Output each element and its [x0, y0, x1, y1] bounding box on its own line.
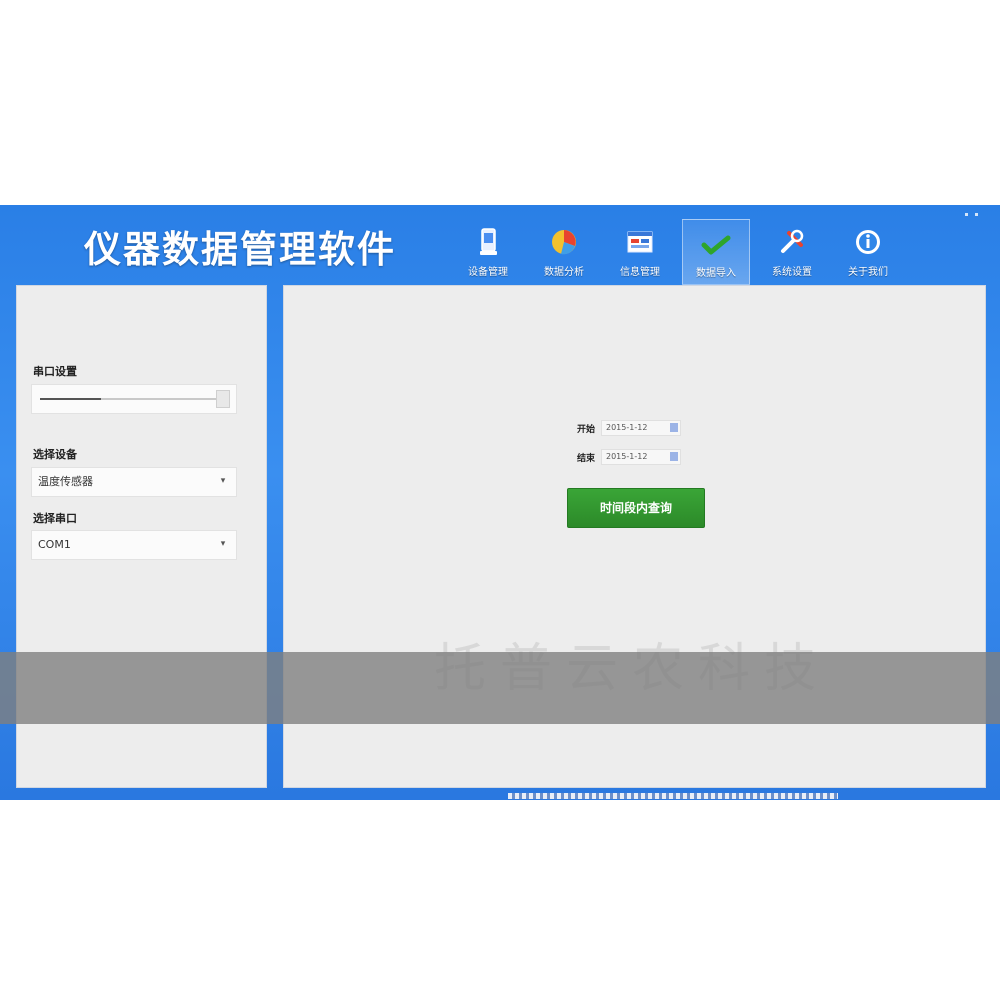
device-icon — [480, 228, 497, 255]
port-select[interactable]: COM1 ▾ — [31, 530, 237, 560]
toolbar-label: 数据导入 — [696, 268, 736, 279]
toolbar-label: 信息管理 — [620, 267, 660, 278]
slider-label: 串口设置 — [33, 365, 77, 378]
start-date-label: 开始 — [577, 425, 596, 435]
port-select-value: COM1 — [38, 538, 71, 551]
end-date-input[interactable]: 2015-1-12 — [601, 449, 681, 465]
pie-chart-icon — [552, 230, 576, 255]
toolbar-item-device[interactable]: 设备管理 — [454, 219, 522, 285]
main-toolbar: 设备管理 数据分析 信息管理 数据导入 系统设置 关于我们 — [454, 219, 910, 289]
end-date-label: 结束 — [577, 454, 596, 464]
device-select-label: 选择设备 — [33, 448, 77, 461]
window-icon — [627, 231, 653, 253]
toolbar-label: 关于我们 — [848, 267, 888, 278]
device-select[interactable]: 温度传感器 ▾ — [31, 467, 237, 497]
import-query-button[interactable]: 时间段内查询 — [567, 488, 705, 528]
port-select-label: 选择串口 — [33, 512, 77, 525]
chevron-down-icon[interactable]: ▾ — [216, 473, 230, 491]
checkmark-icon — [701, 235, 731, 255]
app-title: 仪器数据管理软件 — [84, 228, 396, 271]
toolbar-label: 数据分析 — [544, 267, 584, 278]
slider-fill — [40, 398, 101, 400]
start-date-value: 2015-1-12 — [606, 423, 648, 432]
slider-handle[interactable] — [216, 390, 230, 408]
port-slider[interactable] — [31, 384, 237, 414]
window-edge-dot — [965, 213, 968, 216]
toolbar-label: 设备管理 — [468, 267, 508, 278]
start-date-input[interactable]: 2015-1-12 — [601, 420, 681, 436]
calendar-icon[interactable] — [670, 452, 678, 461]
toolbar-label: 系统设置 — [772, 267, 812, 278]
toolbar-item-info[interactable]: 信息管理 — [606, 219, 674, 285]
window-edge-dot — [975, 213, 978, 216]
calendar-icon[interactable] — [670, 423, 678, 432]
toolbar-item-settings[interactable]: 系统设置 — [758, 219, 826, 285]
device-select-value: 温度传感器 — [38, 475, 93, 488]
tools-icon — [781, 229, 804, 253]
overlay-band — [0, 652, 1000, 724]
toolbar-item-import[interactable]: 数据导入 — [682, 219, 750, 285]
toolbar-item-analysis[interactable]: 数据分析 — [530, 219, 598, 285]
chevron-down-icon[interactable]: ▾ — [216, 536, 230, 554]
info-icon — [856, 230, 880, 254]
end-date-value: 2015-1-12 — [606, 452, 648, 461]
toolbar-item-about[interactable]: 关于我们 — [834, 219, 902, 285]
status-strip — [508, 793, 838, 799]
